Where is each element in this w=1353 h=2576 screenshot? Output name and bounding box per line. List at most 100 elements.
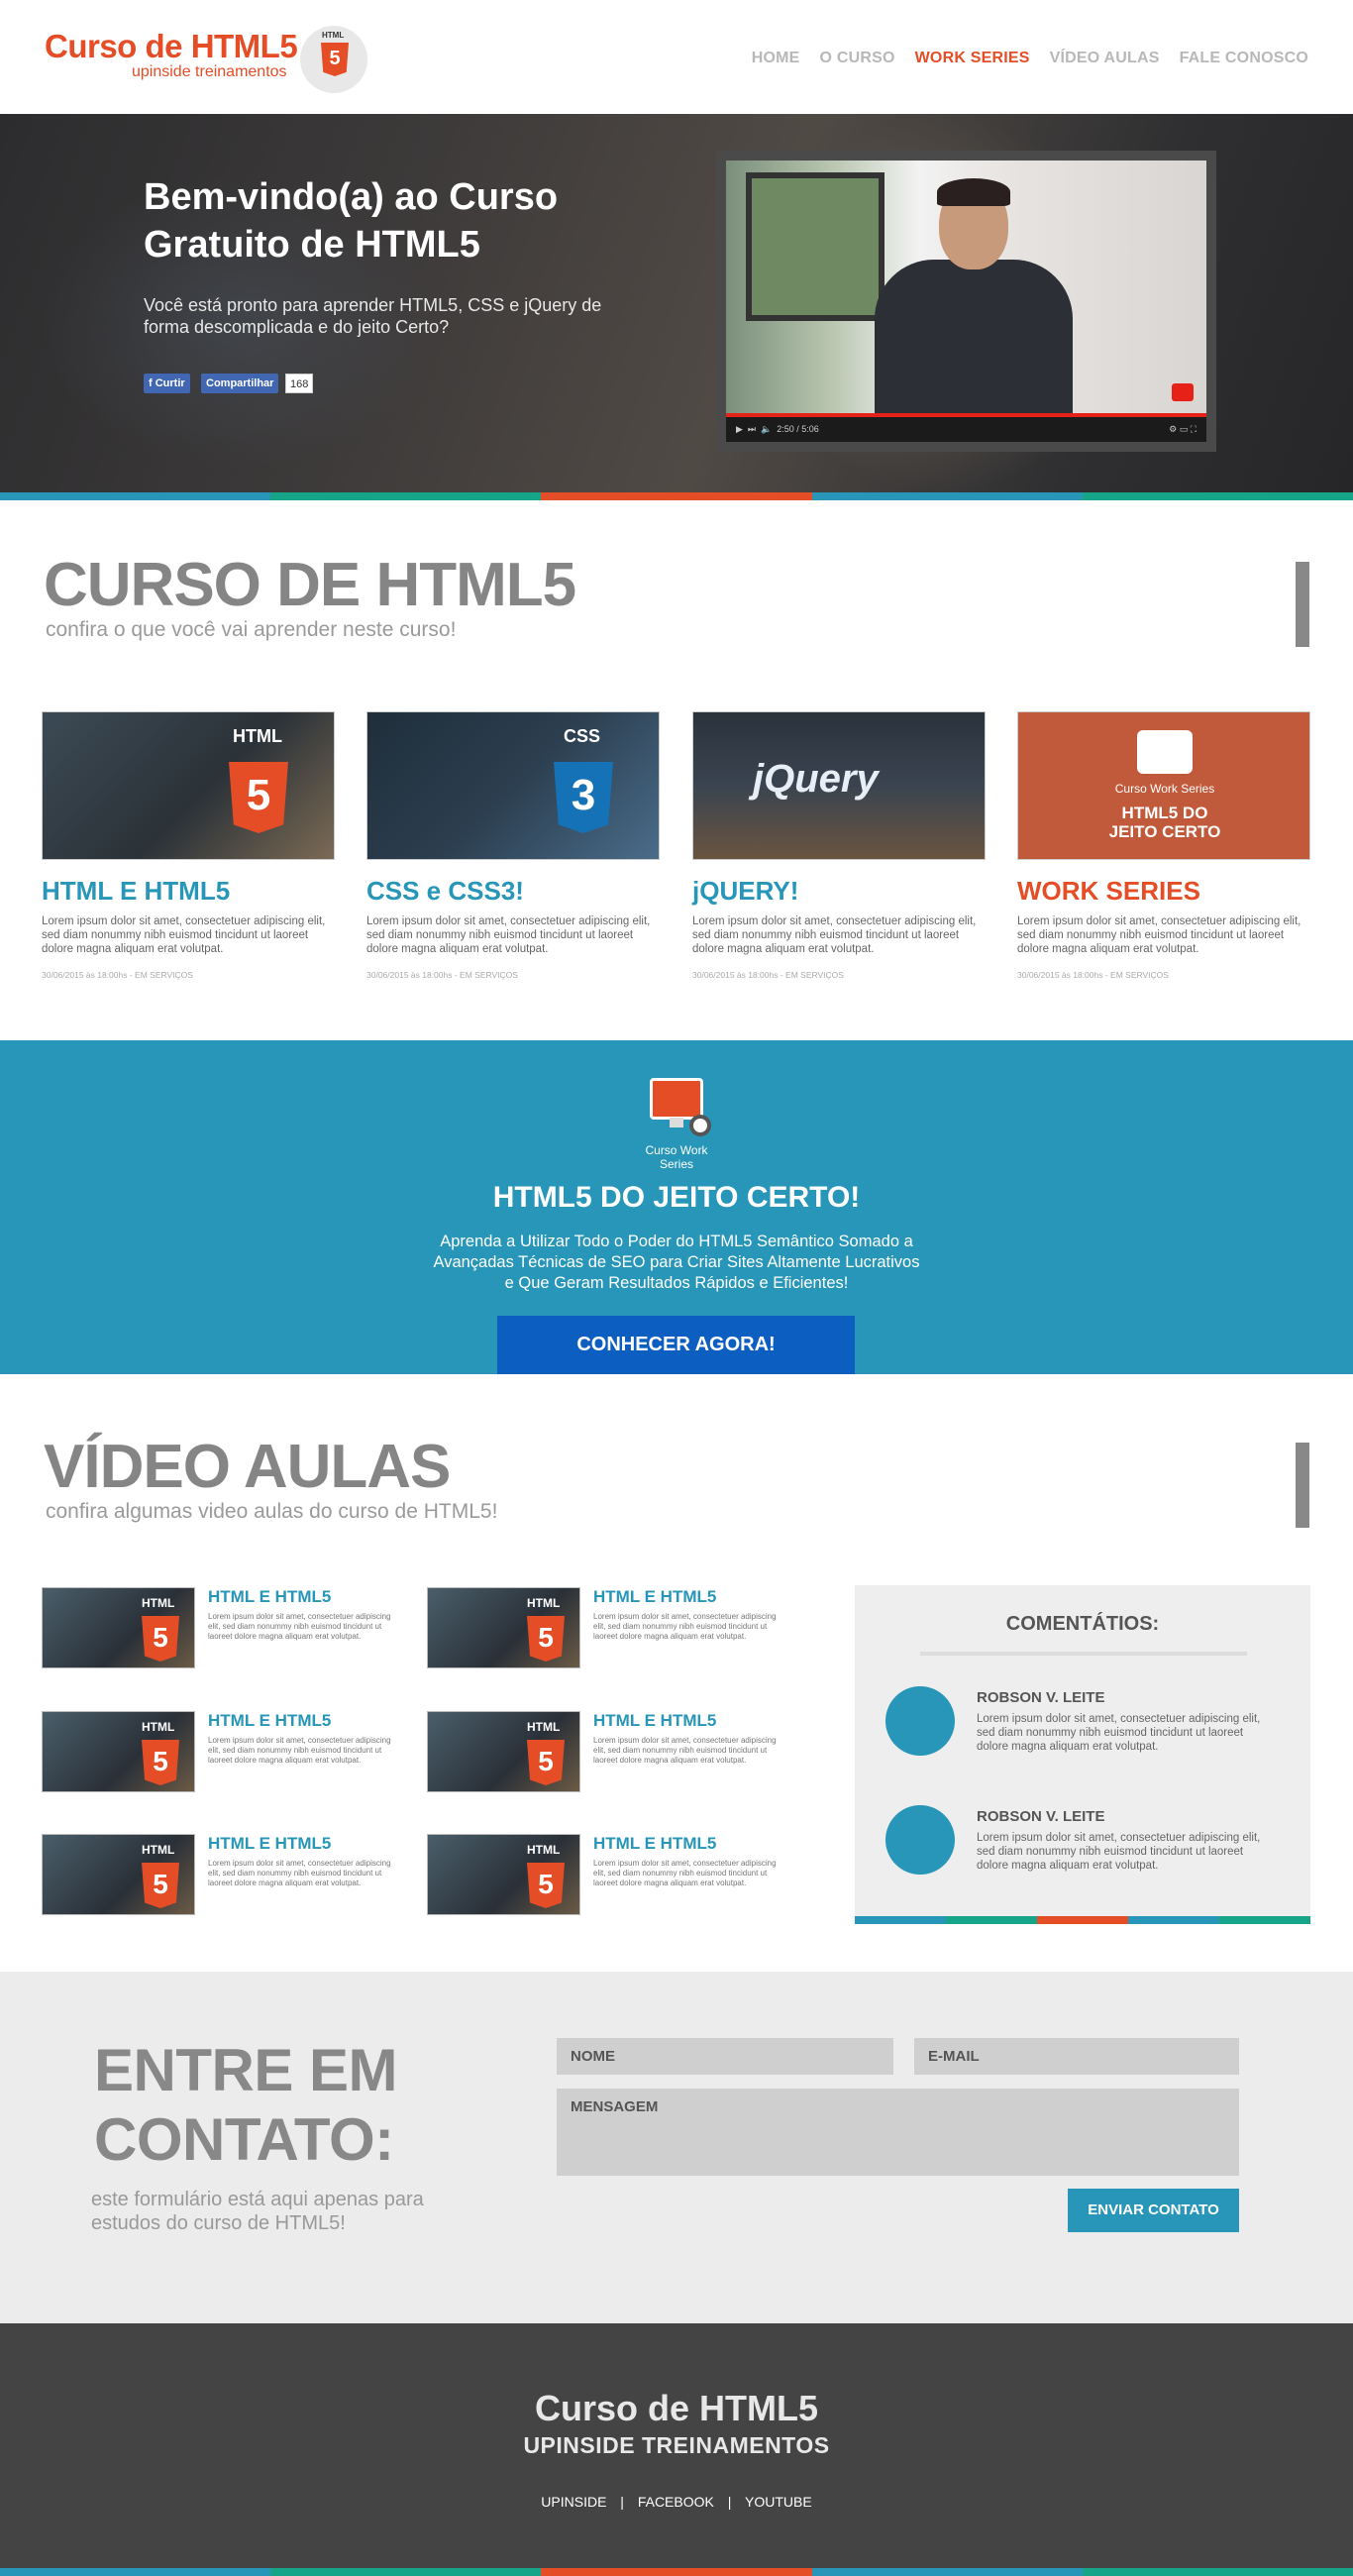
video-thumbnail[interactable]: HTML 5 (42, 1711, 195, 1792)
promo-icon-label: Curso Work Series (645, 1143, 708, 1171)
thumb-badge-label: HTML (142, 1596, 175, 1610)
hero-title: Bem-vindo(a) ao Curso Gratuito de HTML5 (144, 176, 559, 266)
video-thumbnail[interactable]: HTML 5 (42, 1834, 195, 1915)
conhecer-agora-button[interactable]: CONHECER AGORA! (497, 1316, 855, 1374)
email-field[interactable] (914, 2038, 1239, 2075)
video-title[interactable]: HTML E HTML5 (208, 1587, 331, 1607)
video-window-scene (746, 172, 885, 321)
video-title[interactable]: HTML E HTML5 (593, 1711, 716, 1731)
message-field[interactable] (557, 2089, 1239, 2176)
html5-icon: 5 (229, 762, 288, 833)
course-image-css[interactable]: 3 CSS (366, 711, 660, 860)
thumb-badge-label: HTML (142, 1843, 175, 1857)
footer-link-youtube[interactable]: YOUTUBE (745, 2494, 812, 2510)
html5-icon: 5 (142, 1863, 179, 1908)
card-text: Lorem ipsum dolor sit amet, consectetuer… (42, 915, 326, 955)
card-text: Lorem ipsum dolor sit amet, consectetuer… (366, 915, 651, 955)
html5-logo-icon: 5 HTML (300, 26, 367, 93)
video-controls[interactable]: ▶ ⏭ 🔈 2:50 / 5:06 ⚙ ▭ ⛶ (726, 417, 1206, 442)
course-card[interactable]: 5 HTML HTML E HTML5 Lorem ipsum dolor si… (42, 711, 335, 980)
card-title[interactable]: WORK SERIES (1017, 876, 1310, 907)
name-field[interactable] (557, 2038, 893, 2075)
footer-separator: | (620, 2494, 624, 2510)
comment-text: Lorem ipsum dolor sit amet, consectetuer… (977, 1832, 1261, 1872)
video-title[interactable]: HTML E HTML5 (593, 1587, 716, 1607)
card-meta: 30/06/2015 às 18:00hs - EM SERVIÇOS (1017, 970, 1169, 980)
footer-link-upinside[interactable]: UPINSIDE (541, 2494, 606, 2510)
hero-text: Você está pronto para aprender HTML5, CS… (144, 295, 602, 337)
color-stripe (0, 2568, 1353, 2576)
thumb-badge-label: HTML (527, 1720, 561, 1734)
video-thumbnail[interactable]: HTML 5 (427, 1834, 580, 1915)
video-text: Lorem ipsum dolor sit amet, consectetuer… (593, 1859, 777, 1887)
card-text: Lorem ipsum dolor sit amet, consectetuer… (692, 915, 977, 955)
video-lesson-item[interactable]: HTML 5 HTML E HTML5 Lorem ipsum dolor sit… (427, 1834, 783, 1915)
comments-box: COMENTÁTIOS: ROBSON V. LEITE Lorem ipsum… (855, 1585, 1310, 1924)
video-player[interactable]: ▶ ⏭ 🔈 2:50 / 5:06 ⚙ ▭ ⛶ (726, 161, 1206, 442)
html5-icon: 5 (527, 1863, 565, 1908)
video-presenter (875, 178, 1073, 428)
video-lesson-item[interactable]: HTML 5 HTML E HTML5 Lorem ipsum dolor sit… (427, 1711, 783, 1792)
video-title[interactable]: HTML E HTML5 (593, 1834, 716, 1854)
color-stripe (855, 1916, 1310, 1924)
video-lesson-item[interactable]: HTML 5 HTML E HTML5 Lorem ipsum dolor sit… (42, 1587, 398, 1668)
facebook-like-button[interactable]: f Curtir (144, 374, 190, 393)
hero-banner: Bem-vindo(a) ao Curso Gratuito de HTML5 … (0, 114, 1353, 495)
video-thumbnail[interactable]: HTML 5 (427, 1711, 580, 1792)
course-card[interactable]: jQuery jQUERY! Lorem ipsum dolor sit ame… (692, 711, 986, 980)
section-accent-bar (1296, 1443, 1309, 1528)
video-title[interactable]: HTML E HTML5 (208, 1834, 331, 1854)
video-text: Lorem ipsum dolor sit amet, consectetuer… (593, 1736, 777, 1765)
card-title[interactable]: HTML E HTML5 (42, 876, 335, 907)
avatar (885, 1805, 955, 1875)
comment-text: Lorem ipsum dolor sit amet, consectetuer… (977, 1713, 1261, 1753)
video-lesson-item[interactable]: HTML 5 HTML E HTML5 Lorem ipsum dolor sit… (42, 1834, 398, 1915)
css3-icon: 3 (554, 762, 613, 833)
card-meta: 30/06/2015 às 18:00hs - EM SERVIÇOS (366, 970, 518, 980)
html5-icon: 5 (527, 1740, 565, 1785)
section-subtitle: confira o que você vai aprender neste cu… (46, 618, 457, 641)
section-title: VÍDEO AULAS (44, 1433, 451, 1501)
youtube-logo-icon[interactable] (1172, 383, 1194, 401)
card-meta: 30/06/2015 às 18:00hs - EM SERVIÇOS (692, 970, 844, 980)
send-contact-button[interactable]: ENVIAR CONTATO (1068, 2189, 1239, 2232)
section-subtitle: confira algumas video aulas do curso de … (46, 1500, 498, 1523)
jquery-logo-icon: jQuery (753, 757, 879, 801)
nav-fale-conosco[interactable]: FALE CONOSCO (1180, 50, 1308, 67)
work-series-icon (1137, 730, 1193, 774)
nav-home[interactable]: HOME (752, 50, 800, 67)
card-title[interactable]: jQUERY! (692, 876, 986, 907)
facebook-share-count: 168 (285, 374, 314, 393)
facebook-share-button[interactable]: Compartilhar (201, 374, 279, 393)
facebook-icon: f (149, 377, 156, 389)
fullscreen-icon[interactable]: ⚙ ▭ ⛶ (1169, 417, 1197, 442)
html5-icon: 5 (142, 1616, 179, 1662)
promo-text: Aprenda a Utilizar Todo o Poder do HTML5… (433, 1233, 920, 1292)
course-image-html[interactable]: 5 HTML (42, 711, 335, 860)
play-icon[interactable]: ▶ ⏭ 🔈 (736, 424, 777, 434)
site-header: Curso de HTML5 upinside treinamentos 5 H… (0, 0, 1353, 114)
nav-video-aulas[interactable]: VÍDEO AULAS (1050, 50, 1160, 67)
nav-o-curso[interactable]: O CURSO (820, 50, 895, 67)
course-image-work-series[interactable]: Curso Work Series HTML5 DO JEITO CERTO (1017, 711, 1310, 860)
footer-title: Curso de HTML5 (534, 2388, 818, 2428)
course-image-jquery[interactable]: jQuery (692, 711, 986, 860)
card-badge-label: HTML (233, 726, 282, 746)
footer-separator: | (727, 2494, 732, 2510)
nav-work-series[interactable]: WORK SERIES (915, 50, 1030, 67)
section-title: CURSO DE HTML5 (44, 551, 576, 619)
contact-subtitle: este formulário está aqui apenas para es… (91, 2189, 424, 2234)
contact-title: ENTRE EM CONTATO: (94, 2037, 398, 2173)
video-lesson-item[interactable]: HTML 5 HTML E HTML5 Lorem ipsum dolor sit… (42, 1711, 398, 1792)
course-card[interactable]: 3 CSS CSS e CSS3! Lorem ipsum dolor sit … (366, 711, 660, 980)
course-card[interactable]: Curso Work Series HTML5 DO JEITO CERTO W… (1017, 711, 1310, 980)
card-title[interactable]: CSS e CSS3! (366, 876, 660, 907)
footer-link-facebook[interactable]: FACEBOOK (638, 2494, 714, 2510)
logo-title[interactable]: Curso de HTML5 (45, 28, 298, 65)
video-lesson-item[interactable]: HTML 5 HTML E HTML5 Lorem ipsum dolor sit… (427, 1587, 783, 1668)
video-thumbnail[interactable]: HTML 5 (427, 1587, 580, 1668)
video-thumbnail[interactable]: HTML 5 (42, 1587, 195, 1668)
video-title[interactable]: HTML E HTML5 (208, 1711, 331, 1731)
promo-title: HTML5 DO JEITO CERTO! (492, 1181, 861, 1214)
comment-author: ROBSON V. LEITE (977, 1808, 1105, 1825)
